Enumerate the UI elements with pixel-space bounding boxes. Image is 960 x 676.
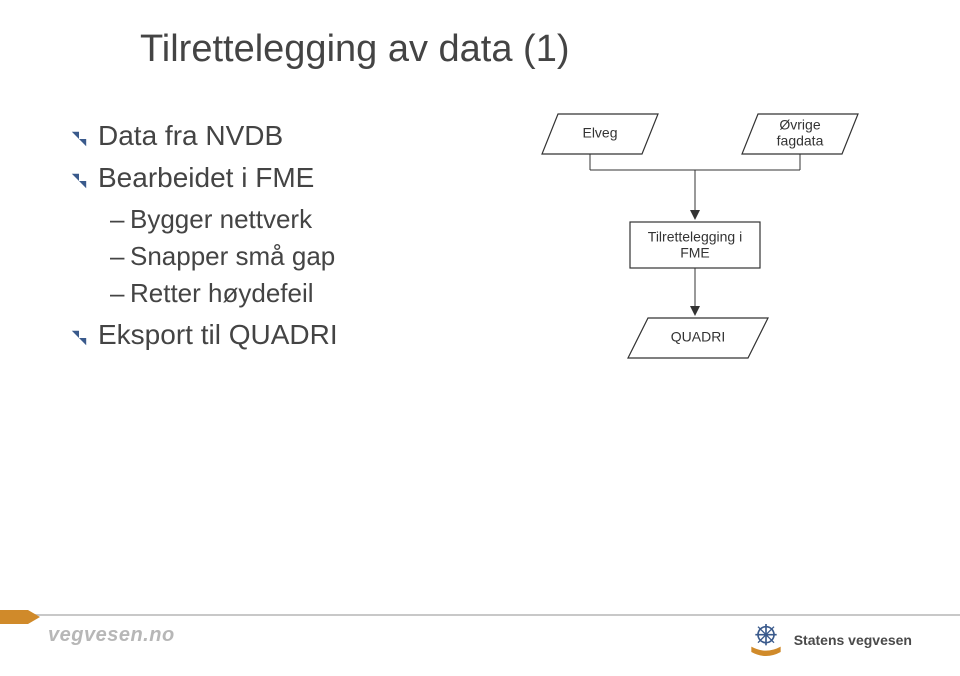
footer-org-name: Statens vegvesen [794, 632, 912, 648]
bullet-text: Snapper små gap [130, 241, 335, 272]
list-item: – Snapper små gap [110, 241, 490, 272]
list-item: Bearbeidet i FME [70, 162, 490, 194]
node-label: Elveg [582, 125, 617, 141]
list-item: – Bygger nettverk [110, 204, 490, 235]
node-label-line2: FME [680, 245, 710, 261]
footer-chevron-icon [0, 610, 44, 624]
bullet-text: Data fra NVDB [98, 120, 283, 152]
node-label-line1: Øvrige [779, 117, 820, 133]
bullet-text: Bygger nettverk [130, 204, 312, 235]
bullet-text: Eksport til QUADRI [98, 319, 338, 351]
footer-brand: vegvesen.no [48, 624, 175, 647]
list-item: Eksport til QUADRI [70, 319, 490, 351]
arrow-bullet-icon [70, 172, 88, 190]
slide: Tilrettelegging av data (1) Data fra NVD… [0, 0, 960, 676]
diagram-node-input-left: Elveg [542, 114, 658, 154]
page-title: Tilrettelegging av data (1) [140, 28, 570, 71]
slide-footer: vegvesen.no Statens vegvesen [0, 614, 960, 676]
flow-diagram: Elveg Øvrige fagdata Tilrettelegging i F… [530, 108, 910, 373]
diagram-node-process: Tilrettelegging i FME [630, 222, 760, 268]
node-label-line1: Tilrettelegging i [648, 229, 742, 245]
org-emblem-icon [746, 620, 786, 660]
dash-bullet-icon: – [110, 278, 122, 309]
footer-divider [0, 614, 960, 616]
dash-bullet-icon: – [110, 241, 122, 272]
list-item: Data fra NVDB [70, 120, 490, 152]
list-item: – Retter høydefeil [110, 278, 490, 309]
dash-bullet-icon: – [110, 204, 122, 235]
footer-org-logo: Statens vegvesen [746, 620, 912, 660]
bullet-list: Data fra NVDB Bearbeidet i FME – Bygger … [70, 110, 490, 361]
arrow-bullet-icon [70, 329, 88, 347]
bullet-text: Bearbeidet i FME [98, 162, 314, 194]
diagram-node-output: QUADRI [628, 318, 768, 358]
node-label: QUADRI [671, 329, 725, 345]
arrow-bullet-icon [70, 130, 88, 148]
diagram-node-input-right: Øvrige fagdata [742, 114, 858, 154]
arrow-down-icon [690, 210, 700, 220]
arrow-down-icon [690, 306, 700, 316]
bullet-text: Retter høydefeil [130, 278, 314, 309]
node-label-line2: fagdata [777, 133, 824, 149]
